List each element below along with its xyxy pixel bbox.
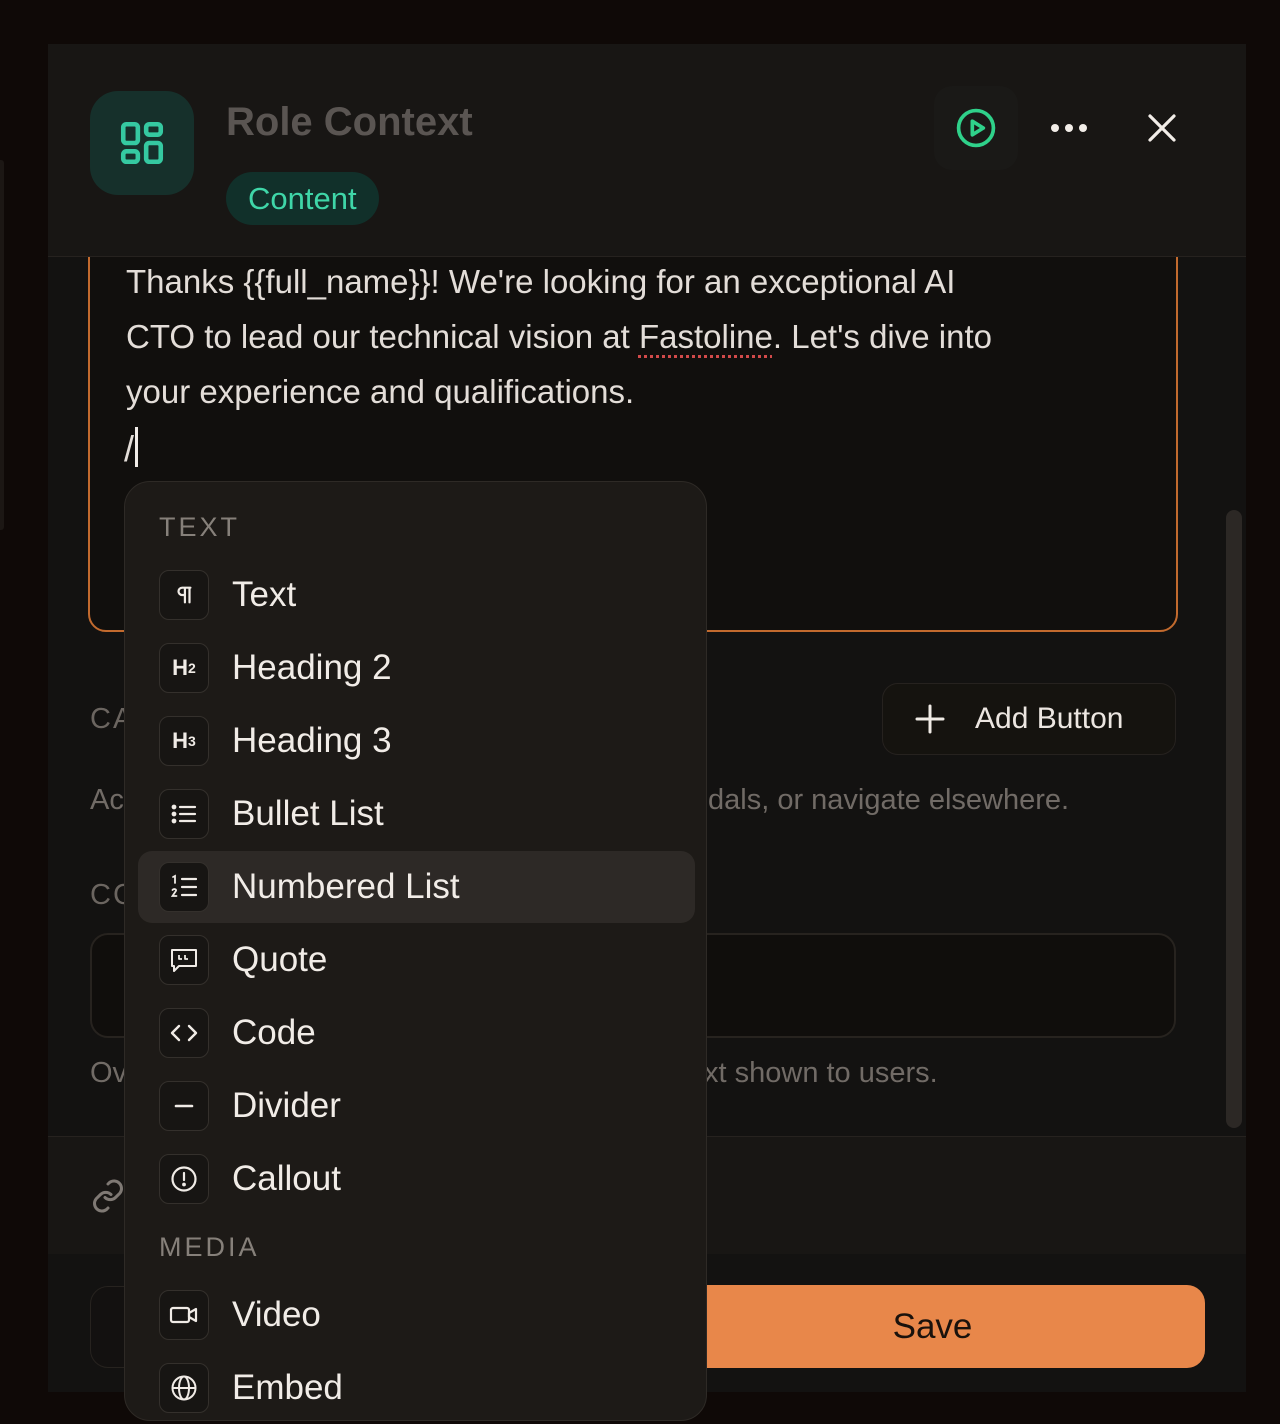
bullet-list-icon (159, 789, 209, 839)
close-icon (1148, 114, 1176, 142)
menu-item-label: Numbered List (232, 867, 460, 906)
menu-group-media: MEDIA (159, 1232, 260, 1262)
quote-icon (159, 935, 209, 985)
modal-title: Role Context (226, 100, 473, 144)
video-icon (159, 1290, 209, 1340)
editor-line-2-end: . Let's dive into (772, 318, 992, 355)
background-panel-edge (0, 160, 4, 530)
menu-item-code[interactable]: Code (138, 997, 695, 1069)
menu-item-text[interactable]: Text (138, 559, 695, 631)
code-icon (159, 1008, 209, 1058)
menu-item-callout[interactable]: Callout (138, 1143, 695, 1215)
override-helper-end: xt shown to users. (704, 1057, 938, 1089)
content-badge: Content (226, 172, 379, 225)
slash-command-menu: TEXT Text H2 Heading 2 H3 Heading 3 Bull… (124, 481, 707, 1421)
heading-2-icon: H2 (159, 643, 209, 693)
editor-text: Thanks {{full_name}}! We're looking for … (126, 254, 1136, 419)
play-circle-icon (956, 108, 996, 148)
editor-line-2: CTO to lead our technical vision at Fast… (126, 309, 1136, 364)
numbered-list-icon (159, 862, 209, 912)
menu-item-heading-2[interactable]: H2 Heading 2 (138, 632, 695, 704)
menu-item-embed[interactable]: Embed (138, 1352, 695, 1424)
editor-line-1: Thanks {{full_name}}! We're looking for … (126, 263, 956, 300)
menu-item-numbered-list[interactable]: Numbered List (138, 851, 695, 923)
menu-item-label: Quote (232, 940, 328, 979)
menu-item-heading-3[interactable]: H3 Heading 3 (138, 705, 695, 777)
close-button[interactable] (1120, 86, 1204, 170)
text-caret (135, 427, 139, 467)
heading-3-icon: H3 (159, 716, 209, 766)
override-helper-start: Ov (90, 1057, 128, 1089)
slash-char: / (124, 428, 135, 469)
menu-item-label: Bullet List (232, 794, 384, 833)
scrollbar-thumb[interactable] (1226, 510, 1242, 1128)
menu-item-bullet-list[interactable]: Bullet List (138, 778, 695, 850)
callout-icon (159, 1154, 209, 1204)
menu-item-label: Heading 2 (232, 648, 392, 687)
cta-helper-end: dals, or navigate elsewhere. (708, 784, 1070, 816)
menu-item-label: Embed (232, 1368, 343, 1407)
menu-item-label: Callout (232, 1159, 341, 1198)
editor-line-2-start: CTO to lead our technical vision at (126, 318, 639, 355)
globe-icon (159, 1363, 209, 1413)
pilcrow-icon (159, 570, 209, 620)
menu-item-quote[interactable]: Quote (138, 924, 695, 996)
preview-button[interactable] (934, 86, 1018, 170)
menu-item-video[interactable]: Video (138, 1279, 695, 1351)
menu-item-label: Heading 3 (232, 721, 392, 760)
menu-item-label: Video (232, 1295, 321, 1334)
menu-item-label: Divider (232, 1086, 341, 1125)
misspelled-word[interactable]: Fastoline (639, 318, 773, 355)
menu-item-divider[interactable]: Divider (138, 1070, 695, 1142)
divider-icon (159, 1081, 209, 1131)
slash-command-line[interactable]: / (124, 427, 139, 470)
cta-helper-start: Ac (90, 784, 124, 816)
more-options-button[interactable] (1027, 86, 1111, 170)
layout-grid-icon (90, 91, 194, 195)
menu-item-label: Code (232, 1013, 316, 1052)
menu-group-text: TEXT (159, 512, 241, 542)
plus-icon (915, 704, 945, 734)
menu-item-label: Text (232, 575, 297, 614)
link-icon[interactable] (88, 1178, 128, 1219)
add-button-label: Add Button (975, 702, 1124, 735)
editor-line-3: your experience and qualifications. (126, 373, 635, 410)
modal-header: Role Context Content (48, 44, 1246, 257)
save-button[interactable]: Save (660, 1285, 1205, 1368)
add-button[interactable]: Add Button (882, 683, 1176, 755)
more-horizontal-icon (1051, 124, 1087, 132)
